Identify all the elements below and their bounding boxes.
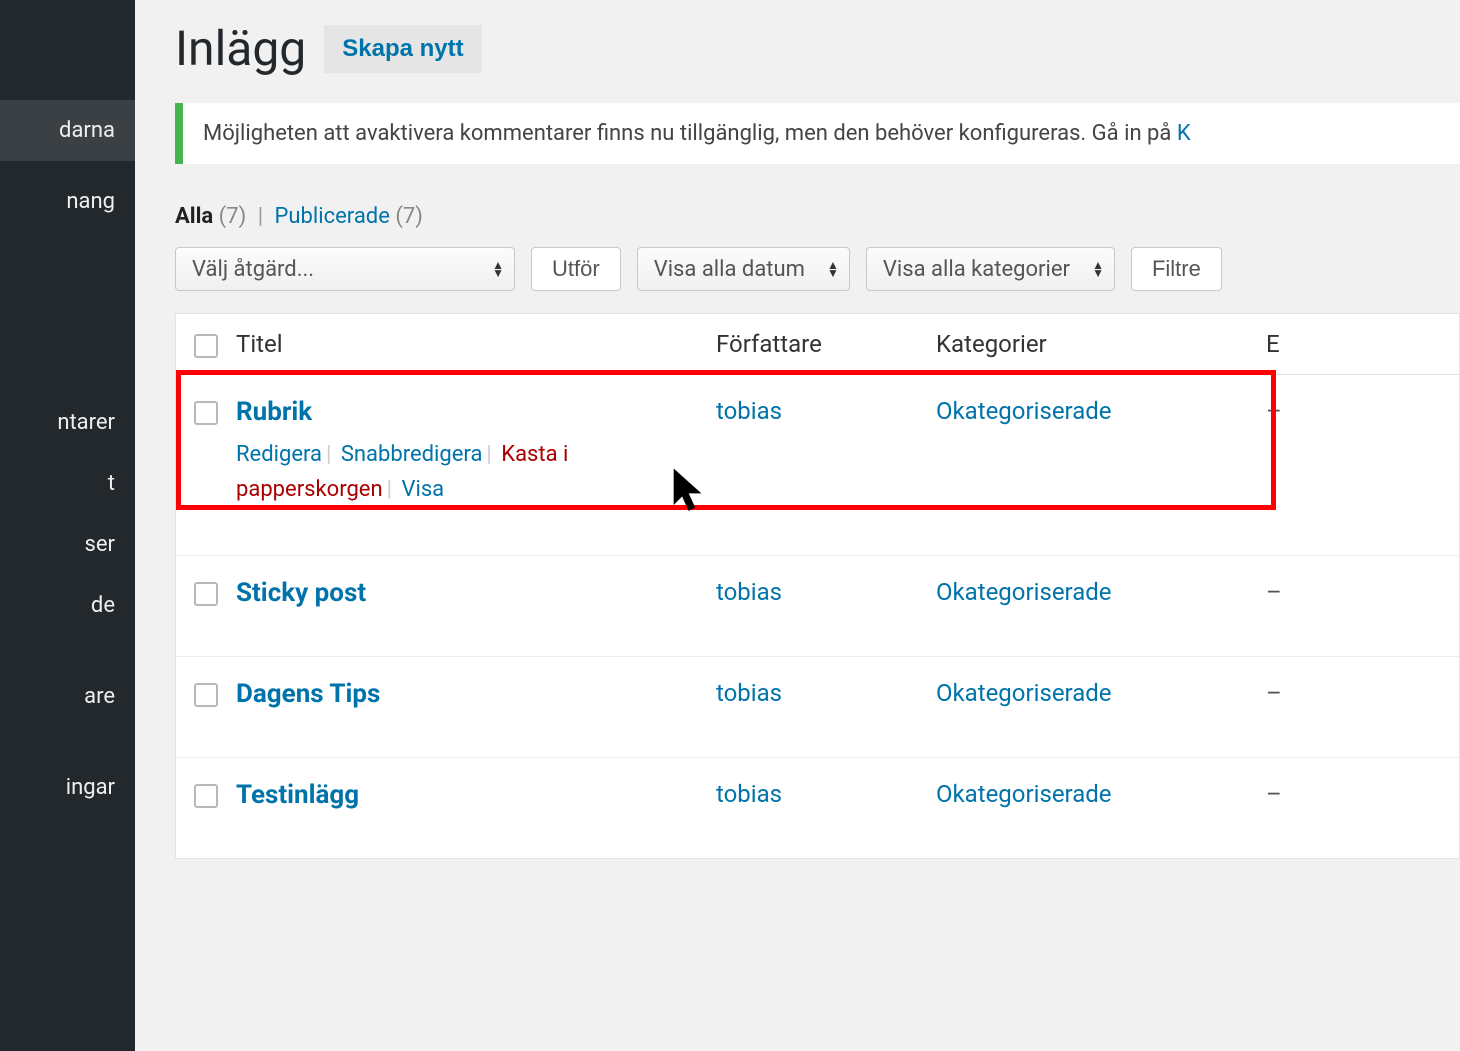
category-link[interactable]: Okategoriserade [936,679,1112,707]
sidebar-item[interactable]: nang [0,171,135,232]
sidebar-item[interactable]: darna [0,100,135,161]
col-author[interactable]: Författare [716,330,936,358]
apply-button[interactable]: Utför [531,247,621,291]
edit-link[interactable]: Redigera [236,442,322,467]
extra-cell: – [1266,679,1346,707]
extra-cell: – [1266,780,1346,808]
post-title-link[interactable]: Testinlägg [236,780,359,810]
author-link[interactable]: tobias [716,679,782,707]
sidebar-item[interactable]: t [0,453,135,514]
sidebar-item[interactable]: ser [0,514,135,575]
author-link[interactable]: tobias [716,397,782,425]
bulk-action-select[interactable]: Välj åtgärd... ▲▼ [175,247,515,291]
select-arrows-icon: ▲▼ [1092,261,1104,277]
sidebar-item[interactable]: de [0,575,135,636]
select-all-checkbox[interactable] [194,334,218,358]
col-categories[interactable]: Kategorier [936,330,1266,358]
table-header-row: Titel Författare Kategorier E [176,314,1459,375]
table-row: Dagens Tips tobias Okategoriserade – [176,657,1459,758]
main-content: Inlägg Skapa nytt Möjligheten att avakti… [135,0,1460,859]
sidebar-item[interactable]: ntarer [0,392,135,453]
category-link[interactable]: Okategoriserade [936,780,1112,808]
extra-cell: – [1266,397,1346,425]
post-status-filters: Alla (7) | Publicerade (7) [175,204,1460,229]
post-title-link[interactable]: Rubrik [236,397,312,427]
page-title: Inlägg [175,20,306,77]
author-link[interactable]: tobias [716,578,782,606]
category-filter-select[interactable]: Visa alla kategorier ▲▼ [866,247,1115,291]
filter-all[interactable]: Alla [175,204,213,229]
notice-text: Möjligheten att avaktivera kommentarer f… [203,121,1177,146]
extra-cell: – [1266,578,1346,606]
category-link[interactable]: Okategoriserade [936,397,1112,425]
notice-link[interactable]: K [1177,121,1191,146]
sidebar-item[interactable]: are [0,666,135,727]
col-title[interactable]: Titel [236,330,716,358]
row-checkbox[interactable] [194,401,218,425]
filter-button[interactable]: Filtre [1131,247,1222,291]
filter-published[interactable]: Publicerade [275,204,390,229]
row-actions: Redigera| Snabbredigera| Kasta i pappers… [236,437,716,507]
post-title-link[interactable]: Sticky post [236,578,366,608]
category-link[interactable]: Okategoriserade [936,578,1112,606]
sidebar-item[interactable]: ingar [0,757,135,818]
select-arrows-icon: ▲▼ [492,261,504,277]
admin-notice: Möjligheten att avaktivera kommentarer f… [175,103,1460,164]
select-arrows-icon: ▲▼ [827,261,839,277]
quick-edit-link[interactable]: Snabbredigera [341,442,483,467]
admin-sidebar: darna nang ntarer t ser de are ingar [0,0,135,1051]
row-checkbox[interactable] [194,582,218,606]
date-filter-select[interactable]: Visa alla datum ▲▼ [637,247,850,291]
posts-table: Titel Författare Kategorier E Rubrik Red… [175,313,1460,859]
table-row: Testinlägg tobias Okategoriserade – [176,758,1459,858]
table-row: Sticky post tobias Okategoriserade – [176,556,1459,657]
table-row: Rubrik Redigera| Snabbredigera| Kasta i … [176,375,1459,556]
author-link[interactable]: tobias [716,780,782,808]
row-checkbox[interactable] [194,683,218,707]
view-link[interactable]: Visa [401,477,444,502]
col-extra: E [1266,330,1346,358]
post-title-link[interactable]: Dagens Tips [236,679,380,709]
add-new-button[interactable]: Skapa nytt [324,25,481,73]
row-checkbox[interactable] [194,784,218,808]
